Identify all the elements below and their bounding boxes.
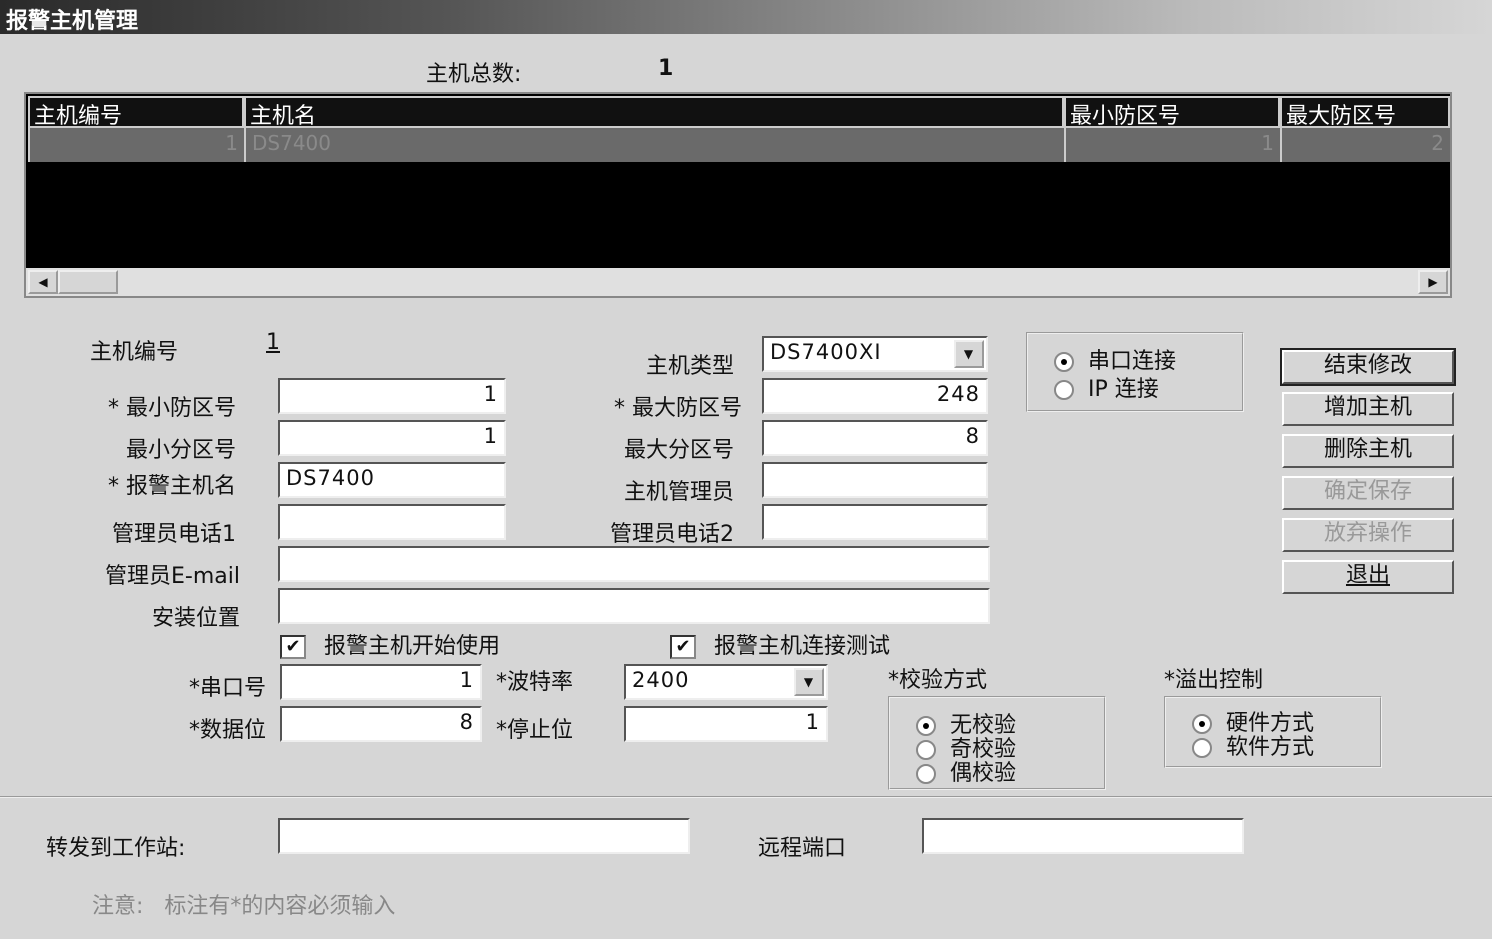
email-label: 管理员E-mail: [105, 564, 240, 589]
min-partition-input[interactable]: 1: [278, 420, 506, 456]
parity-label: *校验方式: [888, 668, 988, 693]
min-partition-label: 最小分区号: [125, 438, 236, 463]
radio-label: 硬件方式: [1226, 711, 1315, 736]
port-input[interactable]: 1: [280, 664, 482, 700]
scroll-thumb[interactable]: [58, 270, 118, 294]
scroll-left-icon[interactable]: ◀: [28, 270, 58, 294]
connection-group: 串口连接 IP 连接: [1026, 332, 1244, 412]
test-checkbox[interactable]: ✔ 报警主机连接测试: [670, 628, 890, 660]
forward-input[interactable]: [278, 818, 690, 854]
host-type-label: 主机类型: [645, 354, 734, 379]
min-zone-input[interactable]: 1: [278, 378, 506, 414]
horizontal-scrollbar[interactable]: ◀ ▶: [26, 268, 1450, 296]
baud-select[interactable]: 2400 ▼: [624, 664, 828, 700]
radio-selected-icon[interactable]: [1192, 714, 1212, 734]
flow-label: *溢出控制: [1164, 668, 1264, 693]
host-no-value: 1: [266, 330, 280, 355]
scroll-right-icon[interactable]: ▶: [1418, 270, 1448, 294]
cell-min-zone: 1: [1064, 128, 1280, 162]
column-header-min-zone[interactable]: 最小防区号: [1064, 96, 1280, 128]
radio-label: 无校验: [950, 713, 1017, 738]
enable-checkbox[interactable]: ✔ 报警主机开始使用: [280, 628, 500, 660]
enable-label: 报警主机开始使用: [324, 634, 501, 659]
radio-even[interactable]: 偶校验: [916, 762, 1104, 786]
location-input[interactable]: [278, 588, 990, 624]
radio-label: 偶校验: [950, 761, 1017, 786]
phone1-label: 管理员电话1: [112, 522, 236, 547]
radio-ip[interactable]: IP 连接: [1054, 378, 1242, 402]
databits-input[interactable]: 8: [280, 706, 482, 742]
max-zone-input[interactable]: 248: [762, 378, 988, 414]
host-count-value: 1: [658, 56, 674, 81]
databits-label: *数据位: [188, 718, 266, 743]
phone2-input[interactable]: [762, 504, 988, 540]
host-no-label: 主机编号: [90, 340, 179, 365]
host-type-value: DS7400XI: [770, 340, 882, 364]
radio-icon[interactable]: [916, 740, 936, 760]
radio-label: 串口连接: [1088, 349, 1177, 374]
add-host-button[interactable]: 增加主机: [1282, 392, 1454, 426]
cell-max-zone: 2: [1280, 128, 1450, 162]
max-partition-input[interactable]: 8: [762, 420, 988, 456]
radio-serial[interactable]: 串口连接: [1054, 350, 1242, 374]
max-zone-label: * 最大防区号: [614, 396, 742, 421]
radio-none[interactable]: 无校验: [916, 714, 1104, 738]
port-label: *串口号: [188, 676, 266, 701]
radio-label: 软件方式: [1226, 735, 1315, 760]
radio-hardware[interactable]: 硬件方式: [1192, 712, 1380, 736]
host-count-label: 主机总数:: [426, 62, 522, 87]
chevron-down-icon[interactable]: ▼: [954, 340, 984, 368]
chevron-down-icon[interactable]: ▼: [794, 668, 824, 696]
baud-value: 2400: [632, 668, 690, 692]
column-header-max-zone[interactable]: 最大防区号: [1280, 96, 1450, 128]
radio-odd[interactable]: 奇校验: [916, 738, 1104, 762]
radio-selected-icon[interactable]: [916, 716, 936, 736]
cell-host-no: 1: [28, 128, 244, 162]
cell-host-name: DS7400: [244, 128, 1064, 162]
phone1-input[interactable]: [278, 504, 506, 540]
remote-port-input[interactable]: [922, 818, 1244, 854]
divider: [0, 796, 1492, 798]
radio-icon[interactable]: [916, 764, 936, 784]
delete-host-button[interactable]: 删除主机: [1282, 434, 1454, 468]
radio-selected-icon[interactable]: [1054, 352, 1074, 372]
max-partition-label: 最大分区号: [623, 438, 734, 463]
cancel-button[interactable]: 放弃操作: [1282, 518, 1454, 552]
radio-icon[interactable]: [1054, 380, 1074, 400]
admin-label: 主机管理员: [623, 480, 734, 505]
required-note: 注意: 标注有*的内容必须输入: [92, 894, 396, 919]
remote-port-label: 远程端口: [758, 836, 847, 861]
end-edit-button[interactable]: 结束修改: [1280, 348, 1456, 386]
parity-group: 无校验 奇校验 偶校验: [888, 696, 1106, 790]
host-name-input[interactable]: DS7400: [278, 462, 506, 498]
checkmark-icon[interactable]: ✔: [280, 635, 306, 659]
email-input[interactable]: [278, 546, 990, 582]
baud-label: *波特率: [496, 670, 574, 695]
save-button[interactable]: 确定保存: [1282, 476, 1454, 510]
phone2-label: 管理员电话2: [610, 522, 734, 547]
location-label: 安装位置: [151, 606, 240, 631]
radio-icon[interactable]: [1192, 738, 1212, 758]
radio-software[interactable]: 软件方式: [1192, 736, 1380, 760]
column-header-host-name[interactable]: 主机名: [244, 96, 1064, 128]
host-name-label: * 报警主机名: [108, 474, 236, 499]
flow-group: 硬件方式 软件方式: [1164, 696, 1382, 768]
test-label: 报警主机连接测试: [714, 634, 891, 659]
min-zone-label: * 最小防区号: [108, 396, 236, 421]
stopbits-input[interactable]: 1: [624, 706, 828, 742]
checkmark-icon[interactable]: ✔: [670, 635, 696, 659]
forward-label: 转发到工作站:: [46, 836, 186, 861]
exit-button[interactable]: 退出: [1282, 560, 1454, 594]
stopbits-label: *停止位: [496, 718, 574, 743]
admin-input[interactable]: [762, 462, 988, 498]
host-table[interactable]: 主机编号 主机名 最小防区号 最大防区号 1 DS7400 1 2 ◀ ▶: [24, 92, 1452, 298]
radio-label: IP 连接: [1088, 377, 1159, 402]
host-type-select[interactable]: DS7400XI ▼: [762, 336, 988, 372]
column-header-host-no[interactable]: 主机编号: [28, 96, 244, 128]
window-title: 报警主机管理: [0, 0, 1492, 34]
radio-label: 奇校验: [950, 737, 1017, 762]
